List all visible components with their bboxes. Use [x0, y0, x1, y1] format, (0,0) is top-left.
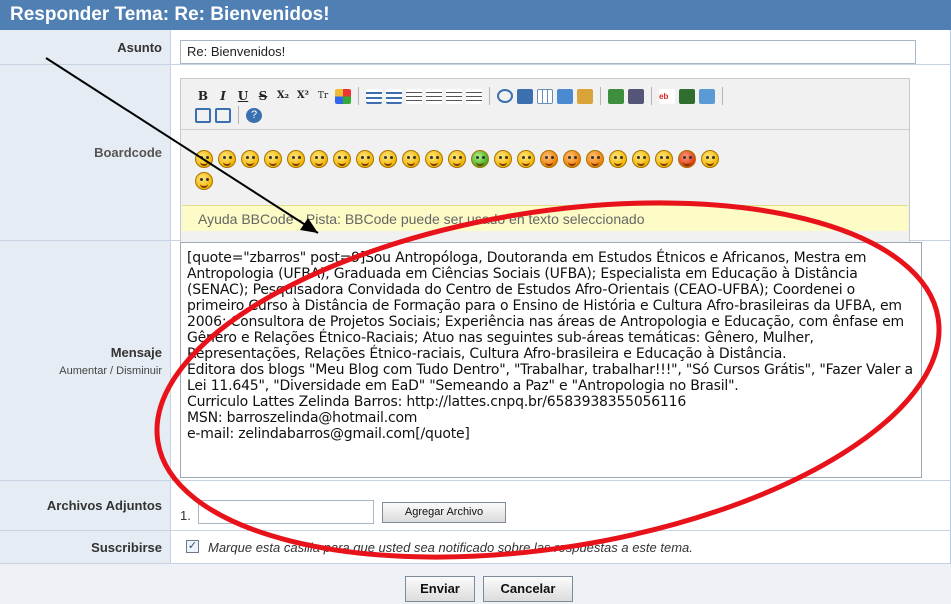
- image-icon[interactable]: [557, 88, 573, 104]
- attachment-index: 1.: [180, 508, 191, 523]
- footer-bar: [0, 564, 951, 604]
- add-file-button[interactable]: Agregar Archivo: [382, 502, 506, 523]
- cancel-button[interactable]: Cancelar: [483, 576, 573, 602]
- smiley-icon[interactable]: [655, 150, 673, 168]
- subscribe-text: Marque esta casilla para que usted sea n…: [208, 540, 693, 555]
- resize-controls[interactable]: Aumentar / Disminuir: [59, 365, 162, 377]
- subscribe-checkbox[interactable]: ✓: [186, 540, 199, 553]
- split-vertical-icon[interactable]: [215, 107, 231, 123]
- smiley-icon[interactable]: [563, 150, 581, 168]
- message-label-cell: Mensaje Aumentar / Disminuir: [0, 241, 170, 481]
- map-icon[interactable]: [699, 88, 715, 104]
- align-left-icon[interactable]: [406, 88, 422, 104]
- smiley-icon[interactable]: [195, 172, 213, 190]
- smiley-icon[interactable]: [402, 150, 420, 168]
- smiley-icon[interactable]: [356, 150, 374, 168]
- smiley-icon[interactable]: [310, 150, 328, 168]
- ordered-list-icon[interactable]: [386, 88, 402, 104]
- send-button[interactable]: Enviar: [405, 576, 475, 602]
- message-label: Mensaje: [110, 345, 162, 360]
- smiley-icon[interactable]: [448, 150, 466, 168]
- film-icon[interactable]: [679, 88, 695, 104]
- smiley-icon[interactable]: [586, 150, 604, 168]
- user-icon[interactable]: [577, 88, 593, 104]
- smiley-icon[interactable]: [540, 150, 558, 168]
- smiley-icon[interactable]: [494, 150, 512, 168]
- smiley-icon[interactable]: [701, 150, 719, 168]
- smiley-icon[interactable]: [195, 150, 213, 168]
- smiley-icon[interactable]: [632, 150, 650, 168]
- smiley-icon[interactable]: [379, 150, 397, 168]
- smiley-icon[interactable]: [287, 150, 305, 168]
- table-icon[interactable]: [537, 88, 553, 104]
- align-right-icon[interactable]: [446, 88, 462, 104]
- smiley-icon[interactable]: [609, 150, 627, 168]
- help-icon[interactable]: ?: [246, 107, 262, 123]
- boardcode-label: Boardcode: [0, 65, 170, 241]
- superscript-icon[interactable]: X²: [295, 88, 311, 104]
- smiley-icon[interactable]: [517, 150, 535, 168]
- attachments-label: Archivos Adjuntos: [0, 481, 170, 531]
- smiley-icon[interactable]: [333, 150, 351, 168]
- smiley-icon[interactable]: [264, 150, 282, 168]
- smiley-icon[interactable]: [218, 150, 236, 168]
- code-icon[interactable]: [517, 88, 533, 104]
- link-icon[interactable]: [628, 88, 644, 104]
- subscribe-label: Suscribirse: [0, 531, 170, 564]
- subscript-icon[interactable]: X₂: [275, 88, 291, 104]
- quote-icon[interactable]: [497, 89, 513, 103]
- subject-label: Asunto: [0, 30, 170, 65]
- ebay-icon[interactable]: eb: [659, 88, 675, 104]
- media-icon[interactable]: [608, 88, 624, 104]
- bbcode-toolbar: B I U S X₂ X² Tr eb ? Ayuda BBCode - Pis…: [180, 78, 910, 251]
- italic-icon[interactable]: I: [215, 88, 231, 104]
- message-textarea[interactable]: [quote="zbarros" post=9]Sou Antropóloga,…: [180, 242, 922, 478]
- smiley-icon[interactable]: [471, 150, 489, 168]
- subject-input[interactable]: Re: Bienvenidos!: [180, 40, 916, 64]
- bold-icon[interactable]: B: [195, 88, 211, 104]
- page-title: Responder Tema: Re: Bienvenidos!: [0, 0, 951, 30]
- attachment-file-input[interactable]: [198, 500, 374, 524]
- smiley-icon[interactable]: [425, 150, 443, 168]
- justify-icon[interactable]: [466, 88, 482, 104]
- align-center-icon[interactable]: [426, 88, 442, 104]
- smiley-bar: [195, 150, 719, 168]
- underline-icon[interactable]: U: [235, 88, 251, 104]
- bbcode-help-text: Ayuda BBCode - Pista: BBCode puede ser u…: [182, 205, 908, 231]
- smiley-icon[interactable]: [241, 150, 259, 168]
- toolbar-divider: [181, 129, 909, 130]
- unordered-list-icon[interactable]: [366, 88, 382, 104]
- font-size-icon[interactable]: Tr: [315, 88, 331, 104]
- color-grid-icon[interactable]: [335, 88, 351, 104]
- smiley-icon[interactable]: [678, 150, 696, 168]
- split-horizontal-icon[interactable]: [195, 107, 211, 123]
- strikethrough-icon[interactable]: S: [255, 88, 271, 104]
